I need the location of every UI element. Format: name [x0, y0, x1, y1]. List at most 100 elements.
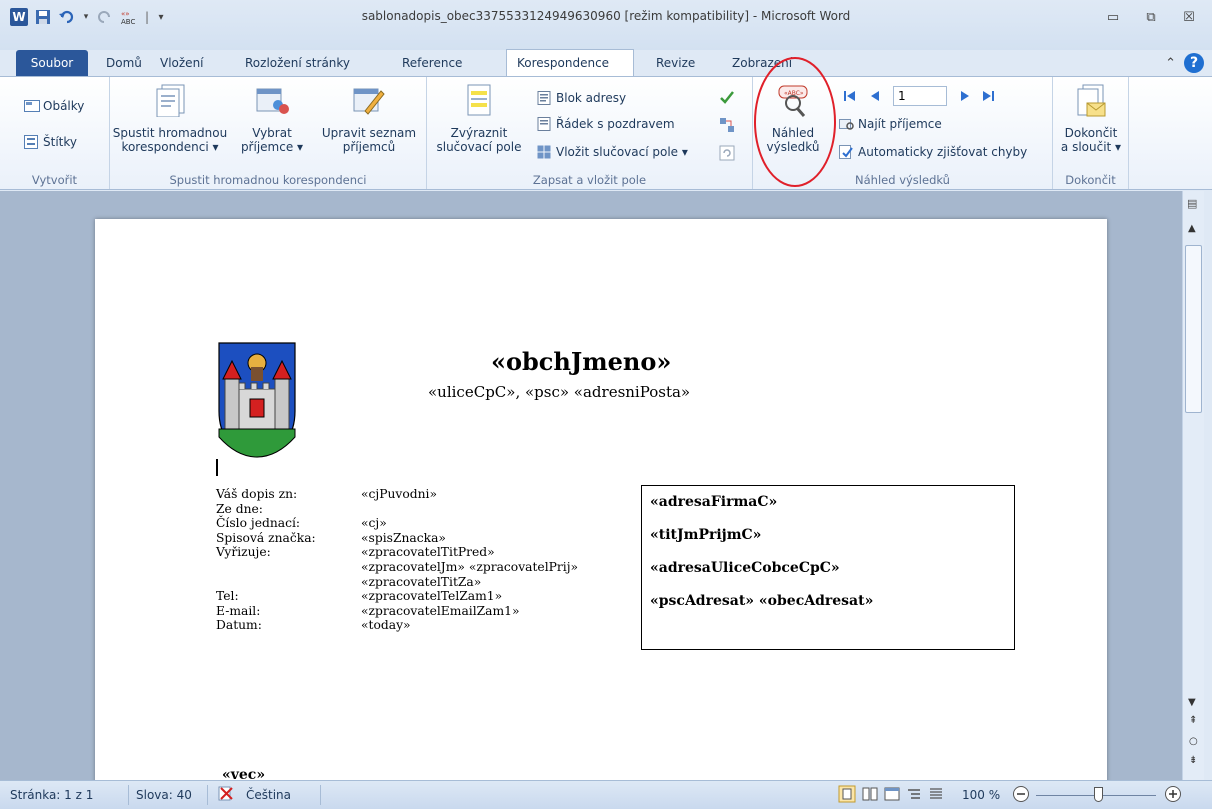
- auto-check-errors-button[interactable]: Automaticky zjišťovat chyby: [839, 145, 1027, 159]
- tab-insert[interactable]: Vložení: [150, 50, 214, 76]
- group-start-merge: Spustit hromadnou korespondenci ▾ Vybrat…: [110, 77, 427, 189]
- table-row: Datum: «today»: [216, 618, 411, 633]
- start-mail-merge-icon: [156, 84, 185, 118]
- envelopes-button[interactable]: Obálky: [24, 99, 84, 113]
- page-count[interactable]: Stránka: 1 z 1: [10, 788, 93, 802]
- table-row: Ze dne:: [216, 501, 263, 516]
- next-page-icon[interactable]: ⇟: [1189, 755, 1197, 766]
- vertical-scrollbar[interactable]: ▤ ▲ ▼ ⇞ ○ ⇟: [1182, 191, 1204, 780]
- group-create-label: Vytvořit: [31, 173, 78, 187]
- window-controls: ▭ ⧉ ☒: [1096, 6, 1206, 28]
- finish-merge-icon: [1077, 84, 1106, 117]
- title-bar: W ▾ «» ABC | ▾ sablonadopis_obec337553312…: [0, 0, 1212, 50]
- address-block-icon: [537, 91, 551, 105]
- word-count[interactable]: Slova: 40: [136, 788, 192, 802]
- finish-merge-button[interactable]: Dokončit a sloučit ▾: [1055, 83, 1127, 154]
- coat-of-arms-logo: [218, 342, 296, 458]
- scrollbar-thumb[interactable]: [1185, 245, 1202, 413]
- insert-merge-field-icon: [537, 145, 551, 159]
- document-area: «obchJmeno» «uliceCpC», «psc» «adresniPo…: [0, 191, 1182, 780]
- language[interactable]: Čeština: [246, 788, 291, 802]
- zoom-level[interactable]: 100 %: [962, 788, 1000, 802]
- help-icon[interactable]: ?: [1184, 53, 1204, 73]
- status-separator: [207, 785, 208, 805]
- recipient-address-box: «adresaFirmaC» «titJmPrijmC» «adresaUlic…: [641, 485, 1015, 650]
- minimize-icon[interactable]: ▭: [1096, 6, 1130, 28]
- last-record-icon[interactable]: [981, 89, 995, 106]
- edit-recipient-list-button[interactable]: Upravit seznam příjemců: [314, 83, 424, 154]
- header-address: «uliceCpC», «psc» «adresniPosta»: [428, 383, 691, 401]
- address-line: «titJmPrijmC»: [650, 527, 762, 543]
- outline-view-icon[interactable]: [906, 786, 922, 805]
- web-layout-icon[interactable]: [884, 786, 900, 805]
- help-area: ⌃ ?: [1165, 53, 1204, 73]
- label-icon: [24, 135, 38, 149]
- group-write-insert: Zvýraznit slučovací pole Blok adresy Řád…: [427, 77, 753, 189]
- find-recipient-button[interactable]: Najít příjemce: [839, 117, 942, 131]
- address-line: «adresaUliceCobceCpC»: [650, 560, 840, 576]
- tab-file[interactable]: Soubor: [16, 50, 88, 76]
- document-page[interactable]: «obchJmeno» «uliceCpC», «psc» «adresniPo…: [95, 219, 1107, 780]
- ribbon-tabs: Soubor Domů Vložení Rozložení stránky Re…: [0, 49, 1212, 77]
- table-row: Tel: «zpracovatelTelZam1»: [216, 589, 503, 604]
- rules-icon[interactable]: [719, 89, 737, 108]
- envelope-icon: [24, 99, 40, 113]
- full-screen-reading-icon[interactable]: [862, 786, 878, 805]
- tab-review[interactable]: Revize: [646, 50, 705, 76]
- record-number-input[interactable]: 1: [893, 86, 947, 106]
- zoom-in-icon[interactable]: [1164, 785, 1182, 806]
- minimize-ribbon-icon[interactable]: ⌃: [1165, 56, 1176, 71]
- next-record-icon[interactable]: [959, 89, 971, 106]
- table-row: Váš dopis zn: «cjPuvodni»: [216, 487, 438, 501]
- text-cursor: [216, 459, 218, 476]
- table-row: Číslo jednací: «cj»: [216, 516, 387, 531]
- edit-recipient-list-icon: [353, 88, 385, 115]
- first-record-icon[interactable]: [843, 89, 857, 106]
- table-row: Vyřizuje: «zpracovatelTitPred»: [216, 545, 495, 560]
- browse-object-icon[interactable]: ○: [1189, 736, 1198, 747]
- address-block-button[interactable]: Blok adresy: [537, 91, 626, 105]
- group-create: Obálky Štítky Vytvořit: [0, 77, 110, 189]
- group-finish-label: Dokončit: [1065, 173, 1116, 187]
- highlight-merge-fields-button[interactable]: Zvýraznit slučovací pole: [431, 83, 527, 154]
- ribbon: Obálky Štítky Vytvořit Spustit hromadnou…: [0, 57, 1212, 190]
- select-recipients-icon: [256, 88, 289, 114]
- table-row: E-mail: «zpracovatelEmailZam1»: [216, 603, 520, 618]
- scroll-up-icon[interactable]: ▲: [1188, 223, 1196, 234]
- tab-home[interactable]: Domů: [96, 50, 152, 76]
- address-line: «adresaFirmaC»: [650, 494, 778, 510]
- labels-button[interactable]: Štítky: [24, 135, 77, 149]
- greeting-line-button[interactable]: Řádek s pozdravem: [537, 117, 675, 131]
- scroll-down-icon[interactable]: ▼: [1188, 697, 1196, 708]
- close-icon[interactable]: ☒: [1172, 6, 1206, 28]
- previous-page-icon[interactable]: ⇞: [1189, 715, 1197, 726]
- greeting-line-icon: [537, 117, 551, 131]
- table-row: «zpracovatelJm» «zpracovatelPrij»: [361, 559, 579, 574]
- start-mail-merge-button[interactable]: Spustit hromadnou korespondenci ▾: [110, 83, 230, 154]
- group-finish: Dokončit a sloučit ▾ Dokončit: [1053, 77, 1129, 189]
- tab-mailings[interactable]: Korespondence: [506, 49, 634, 77]
- window-title: sablonadopis_obec3375533124949630960 [re…: [361, 9, 851, 23]
- zoom-out-icon[interactable]: [1012, 785, 1030, 806]
- proofing-icon[interactable]: [217, 785, 235, 806]
- draft-view-icon[interactable]: [928, 786, 944, 805]
- annotation-circle: [754, 57, 836, 187]
- insert-merge-field-button[interactable]: Vložit slučovací pole ▾: [537, 145, 688, 159]
- restore-icon[interactable]: ⧉: [1134, 6, 1168, 28]
- tab-references[interactable]: Reference: [392, 50, 472, 76]
- table-row: «zpracovatelTitZa»: [361, 574, 482, 589]
- highlight-merge-fields-icon: [467, 84, 491, 116]
- address-line: «pscAdresat» «obecAdresat»: [650, 593, 874, 609]
- tab-page-layout[interactable]: Rozložení stránky: [235, 50, 360, 76]
- zoom-slider-thumb[interactable]: [1094, 787, 1103, 802]
- select-recipients-button[interactable]: Vybrat příjemce ▾: [240, 83, 304, 154]
- ruler-toggle-icon[interactable]: ▤: [1187, 197, 1197, 210]
- status-separator: [128, 785, 129, 805]
- update-labels-icon[interactable]: [719, 145, 735, 164]
- match-fields-icon[interactable]: [719, 117, 735, 136]
- print-layout-icon[interactable]: [838, 785, 856, 806]
- table-row: Spisová značka: «spisZnacka»: [216, 530, 446, 545]
- group-write-insert-label: Zapsat a vložit pole: [532, 173, 647, 187]
- subject-field: «vec»: [222, 767, 266, 780]
- previous-record-icon[interactable]: [869, 89, 881, 106]
